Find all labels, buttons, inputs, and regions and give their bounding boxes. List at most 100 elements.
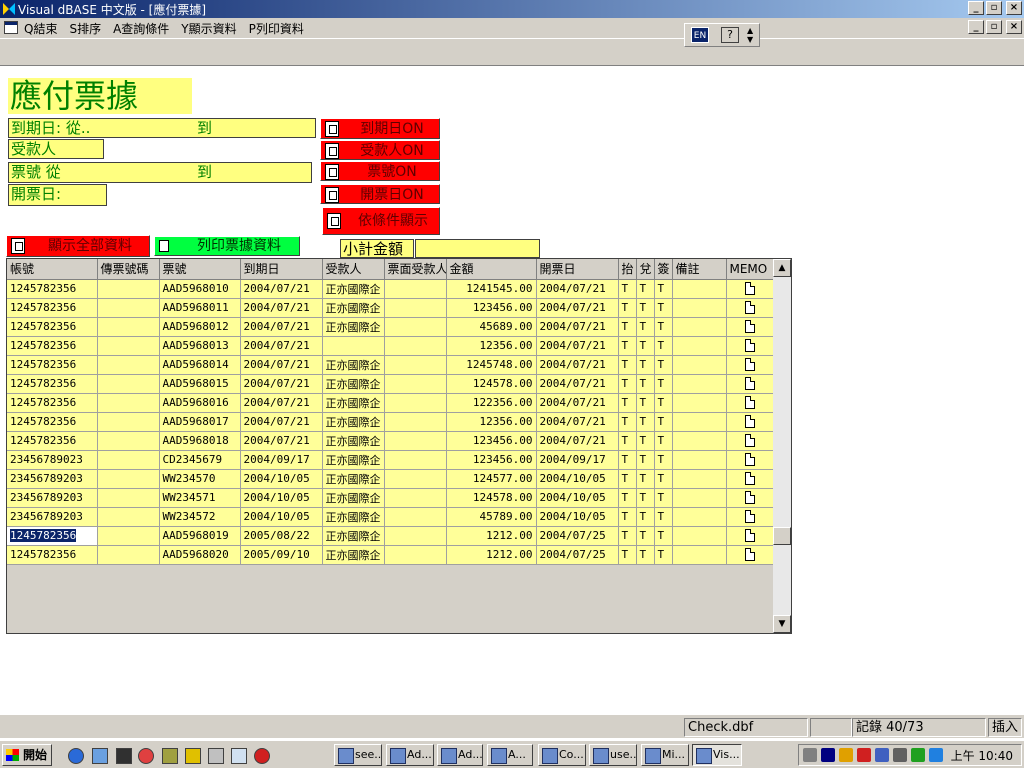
cell-issue-date[interactable]: 2004/07/21 [536,374,619,394]
cell-remark[interactable] [672,355,727,375]
cell-account[interactable]: 1245782356 [7,545,98,565]
cell-voucher-no[interactable] [97,355,160,375]
task-button-see[interactable]: see... [334,744,382,766]
table-row[interactable]: 1245782356 AAD5968020 2005/09/10 正亦國際企 1212.… [7,545,774,565]
cell-account[interactable]: 1245782356 [7,279,98,299]
cell-ticket-no[interactable]: WW234570 [159,469,241,489]
table-row[interactable]: 1245782356 AAD5968015 2004/07/21 正亦國際企 12457… [7,374,774,394]
cell-due-date[interactable]: 2004/10/05 [240,488,323,508]
cell-voucher-no[interactable] [97,279,160,299]
cell-ticket-no[interactable]: AAD5968019 [159,526,241,546]
cell-due-date[interactable]: 2004/07/21 [240,279,323,299]
cell-memo[interactable] [726,545,774,565]
cell-sign[interactable]: T [654,488,673,508]
cell-remark[interactable] [672,317,727,337]
cell-amount[interactable]: 122356.00 [446,393,537,413]
tray-app-icon-3[interactable] [875,748,889,762]
cell-amount[interactable]: 123456.00 [446,298,537,318]
cell-sign[interactable]: T [654,374,673,394]
memo-document-icon[interactable] [744,415,755,429]
cell-lift[interactable]: T [618,431,637,451]
cell-memo[interactable] [726,374,774,394]
doc-close-button[interactable]: × [1006,20,1022,34]
issue-date-field[interactable]: 開票日: [8,184,107,206]
cell-memo[interactable] [726,336,774,356]
cell-amount[interactable]: 124577.00 [446,469,537,489]
start-button[interactable]: 開始 [2,744,52,766]
column-header-cash[interactable]: 兌 [636,259,655,280]
cell-sign[interactable]: T [654,279,673,299]
cell-face-payee[interactable] [384,279,447,299]
cell-due-date[interactable]: 2005/08/22 [240,526,323,546]
cell-due-date[interactable]: 2004/07/21 [240,317,323,337]
cell-issue-date[interactable]: 2004/07/21 [536,412,619,432]
cell-cash[interactable]: T [636,526,655,546]
cell-voucher-no[interactable] [97,545,160,565]
cell-face-payee[interactable] [384,488,447,508]
cell-account[interactable]: 1245782356 [7,355,98,375]
cell-account[interactable]: 23456789203 [7,507,98,527]
cell-lift[interactable]: T [618,298,637,318]
cell-face-payee[interactable] [384,355,447,375]
cell-account[interactable]: 1245782356 [7,336,98,356]
cell-remark[interactable] [672,298,727,318]
cell-lift[interactable]: T [618,317,637,337]
cell-account[interactable]: 1245782356 [7,431,98,451]
restore-button[interactable]: ▫ [986,1,1002,15]
cell-voucher-no[interactable] [97,431,160,451]
close-button[interactable]: × [1006,1,1022,15]
ime-options-icon[interactable]: ▲ ▼ [747,26,753,44]
ticket-on-button[interactable]: 票號ON [320,161,440,181]
column-header-due-date[interactable]: 到期日 [240,259,323,280]
cell-memo[interactable] [726,431,774,451]
cell-memo[interactable] [726,317,774,337]
memo-document-icon[interactable] [744,339,755,353]
scroll-up-icon[interactable]: ▲ [773,259,791,277]
cell-remark[interactable] [672,336,727,356]
filter-display-button[interactable]: 依條件顯示 [322,207,440,235]
cell-payee[interactable]: 正亦國際企 [322,450,385,470]
cell-issue-date[interactable]: 2004/10/05 [536,488,619,508]
cell-lift[interactable]: T [618,488,637,508]
cell-amount[interactable]: 123456.00 [446,450,537,470]
task-button-a[interactable]: A... [487,744,533,766]
cell-amount[interactable]: 124578.00 [446,488,537,508]
cell-account[interactable]: 23456789023 [7,450,98,470]
cell-memo[interactable] [726,450,774,470]
cell-account[interactable]: 1245782356 [7,526,98,546]
issue-date-on-button[interactable]: 開票日ON [320,184,440,204]
cell-cash[interactable]: T [636,450,655,470]
cell-sign[interactable]: T [654,545,673,565]
due-date-on-button[interactable]: 到期日ON [320,118,440,139]
menu-item-show-data[interactable]: Y顯示資料 [181,20,236,37]
cell-sign[interactable]: T [654,507,673,527]
cell-amount[interactable]: 12356.00 [446,336,537,356]
cell-cash[interactable]: T [636,488,655,508]
cell-face-payee[interactable] [384,412,447,432]
cell-lift[interactable]: T [618,393,637,413]
cell-issue-date[interactable]: 2004/07/25 [536,545,619,565]
cell-payee[interactable]: 正亦國際企 [322,507,385,527]
memo-document-icon[interactable] [744,510,755,524]
table-row[interactable]: 23456789203 WW234571 2004/10/05 正亦國際企 124578… [7,488,774,508]
cell-ticket-no[interactable]: AAD5968012 [159,317,241,337]
cell-memo[interactable] [726,412,774,432]
balloon-icon[interactable] [138,748,154,764]
cell-lift[interactable]: T [618,355,637,375]
memo-document-icon[interactable] [744,491,755,505]
desktop-icon[interactable] [116,748,132,764]
media-icon[interactable] [185,748,201,764]
table-row[interactable]: 1245782356 AAD5968016 2004/07/21 正亦國際企 12235… [7,393,774,413]
cell-ticket-no[interactable]: AAD5968017 [159,412,241,432]
cell-face-payee[interactable] [384,469,447,489]
cell-cash[interactable]: T [636,336,655,356]
cell-voucher-no[interactable] [97,393,160,413]
cell-voucher-no[interactable] [97,298,160,318]
search-icon[interactable] [208,748,224,764]
memo-document-icon[interactable] [744,453,755,467]
cell-payee[interactable]: 正亦國際企 [322,298,385,318]
cell-sign[interactable]: T [654,393,673,413]
cell-remark[interactable] [672,526,727,546]
table-row[interactable]: 1245782356 AAD5968010 2004/07/21 正亦國際企 12415… [7,279,774,299]
cell-amount[interactable]: 1245748.00 [446,355,537,375]
